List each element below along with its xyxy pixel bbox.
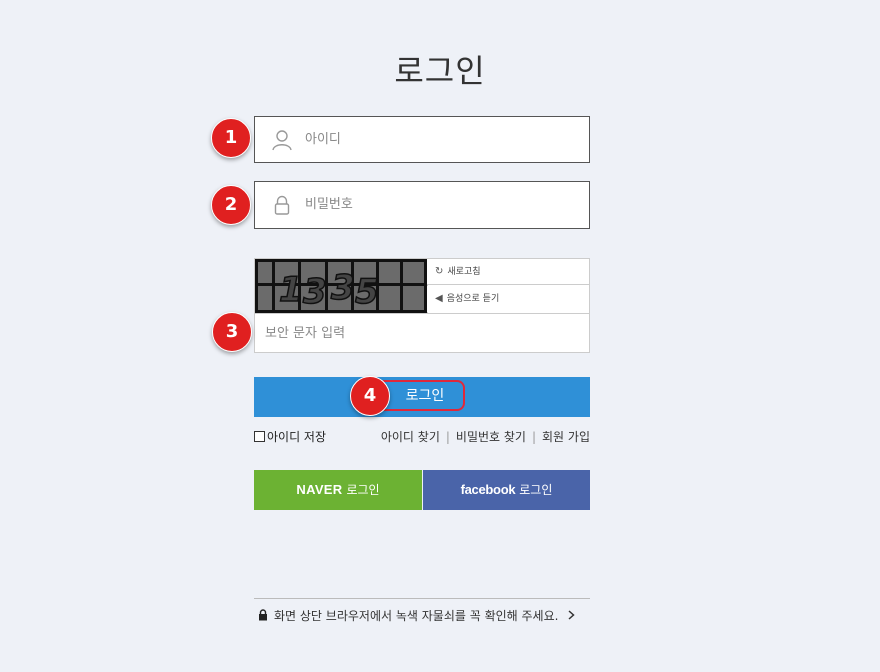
captcha-placeholder: 보안 문자 입력 <box>265 326 346 341</box>
badge-1: 1 <box>211 118 251 158</box>
svg-text:3: 3 <box>303 272 327 312</box>
password-placeholder: 비밀번호 <box>305 197 353 212</box>
link-separator: | <box>445 430 450 444</box>
password-input[interactable]: 비밀번호 <box>254 181 590 229</box>
svg-text:1: 1 <box>279 270 303 310</box>
captcha-audio-label: 음성으로 듣기 <box>446 294 500 304</box>
footer-divider <box>254 598 590 599</box>
naver-login-label: 로그인 <box>346 483 380 497</box>
refresh-icon: ↻ <box>435 266 444 277</box>
speaker-icon: ◀ <box>435 293 443 304</box>
save-id-label: 아이디 저장 <box>267 430 327 444</box>
page-title: 로그인 <box>394 52 486 90</box>
facebook-login-button[interactable]: facebook 로그인 <box>423 470 590 510</box>
security-notice[interactable]: 화면 상단 브라우저에서 녹색 자물쇠를 꼭 확인해 주세요. <box>258 607 588 625</box>
find-id-link[interactable]: 아이디 찾기 <box>381 430 440 444</box>
checkbox-box[interactable] <box>254 431 265 442</box>
captcha-refresh-button[interactable]: ↻ 새로고침 <box>427 259 589 285</box>
login-button[interactable]: 로그인 <box>254 377 590 417</box>
login-button-label: 로그인 <box>377 380 465 411</box>
facebook-brand: facebook <box>460 482 516 497</box>
account-links: 아이디 찾기 | 비밀번호 찾기 | 회원 가입 <box>381 428 590 445</box>
captcha-box: 1 3 3 5 ↻ 새로고침 ◀ 음성으로 듣기 보안 문자 입력 <box>254 258 590 353</box>
svg-text:3: 3 <box>331 268 355 308</box>
user-icon <box>271 129 293 151</box>
naver-login-button[interactable]: NAVER 로그인 <box>254 470 422 510</box>
svg-text:5: 5 <box>355 272 379 312</box>
id-input[interactable]: 아이디 <box>254 116 590 163</box>
find-password-link[interactable]: 비밀번호 찾기 <box>456 430 526 444</box>
signup-link[interactable]: 회원 가입 <box>542 430 590 444</box>
id-placeholder: 아이디 <box>305 132 341 147</box>
badge-3: 3 <box>212 312 252 352</box>
padlock-icon <box>258 608 268 621</box>
badge-4: 4 <box>350 376 390 416</box>
chevron-right-icon <box>564 609 575 623</box>
facebook-login-label: 로그인 <box>519 483 553 497</box>
badge-2: 2 <box>211 185 251 225</box>
captcha-input[interactable]: 보안 문자 입력 <box>255 313 589 352</box>
naver-brand: NAVER <box>296 482 343 497</box>
captcha-refresh-label: 새로고침 <box>447 267 481 277</box>
links-row: 아이디 저장 아이디 찾기 | 비밀번호 찾기 | 회원 가입 <box>254 428 590 446</box>
link-separator: | <box>531 430 537 444</box>
save-id-checkbox[interactable]: 아이디 저장 <box>254 428 326 445</box>
captcha-image: 1 3 3 5 <box>255 259 428 313</box>
lock-icon <box>271 194 293 216</box>
captcha-audio-button[interactable]: ◀ 음성으로 듣기 <box>427 286 589 312</box>
security-notice-text: 화면 상단 브라우저에서 녹색 자물쇠를 꼭 확인해 주세요. <box>274 609 559 623</box>
